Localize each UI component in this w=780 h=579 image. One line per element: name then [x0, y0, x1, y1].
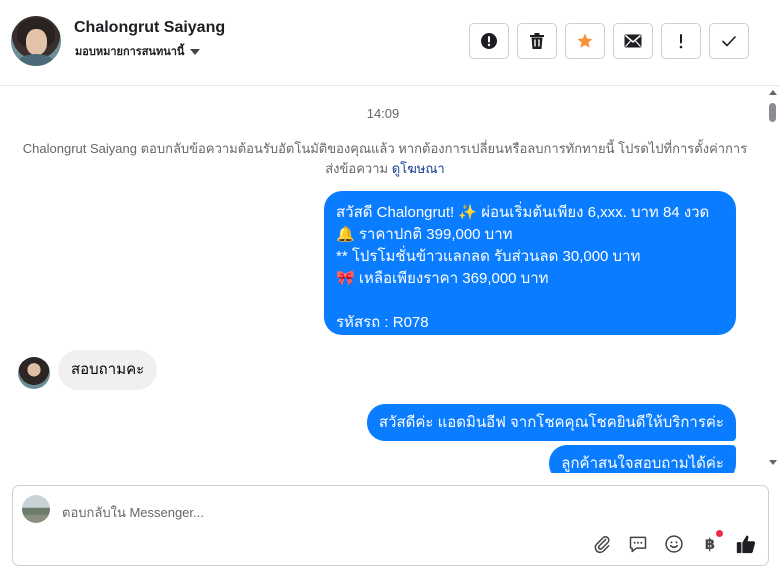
like-button[interactable] [735, 533, 757, 555]
message-timestamp: 14:09 [366, 106, 400, 121]
composer-toolbar: ฿ [591, 530, 757, 555]
reply-composer[interactable]: ตอบกลับใน Messenger... ฿ [12, 485, 769, 566]
assign-conversation-dropdown[interactable]: มอบหมายการสนทนานี้ [75, 42, 201, 60]
auto-reply-note: Chalongrut Saiyang ตอบกลับข้อความต้อนรับ… [20, 139, 750, 179]
check-icon [721, 35, 737, 47]
saved-reply-icon [629, 536, 647, 553]
payment-button[interactable]: ฿ [699, 530, 723, 555]
follow-up-button[interactable] [661, 23, 701, 59]
reply-input[interactable]: ตอบกลับใน Messenger... [62, 502, 204, 523]
message-line: ** โปรโมชั่นข้าวแลกลด รับส่วนลด 30,000 บ… [336, 248, 641, 265]
incoming-message[interactable]: สอบถามคะ [58, 350, 158, 390]
caret-down-icon [190, 49, 201, 55]
thread-scrollbar[interactable] [766, 87, 780, 473]
emoji-button[interactable] [663, 533, 685, 555]
star-icon [577, 33, 593, 48]
like-icon [736, 535, 756, 554]
message-thread: 14:09 Chalongrut Saiyang ตอบกลับข้อความต… [0, 87, 766, 473]
view-ad-link[interactable]: ดูโฆษณา [392, 161, 445, 176]
scroll-thumb[interactable] [769, 103, 776, 122]
exclamation-circle-icon [481, 33, 497, 49]
attach-button[interactable] [591, 533, 613, 555]
paperclip-icon [594, 536, 610, 554]
auto-reply-text: Chalongrut Saiyang ตอบกลับข้อความต้อนรับ… [22, 141, 748, 176]
delete-button[interactable] [517, 23, 557, 59]
baht-payment-icon: ฿ [704, 536, 716, 553]
message-line: สวัสดี Chalongrut! ✨ ผ่อนเริ่มต้นเพียง 6… [336, 204, 710, 221]
envelope-icon [624, 34, 642, 48]
mark-unread-button[interactable] [613, 23, 653, 59]
message-line: 🎀 เหลือเพียงราคา 369,000 บาท [336, 270, 549, 287]
trash-icon [530, 33, 544, 49]
emoji-icon [665, 535, 683, 553]
star-button[interactable] [565, 23, 605, 59]
exclamation-icon [679, 34, 683, 49]
outgoing-message[interactable]: สวัสดี Chalongrut! ✨ ผ่อนเริ่มต้นเพียง 6… [324, 191, 736, 335]
scroll-up-arrow-icon[interactable] [769, 90, 777, 95]
contact-name[interactable]: Chalongrut Saiyang [74, 19, 225, 37]
sender-avatar[interactable] [18, 357, 50, 389]
spam-button[interactable] [469, 23, 509, 59]
saved-replies-button[interactable] [627, 533, 649, 555]
outgoing-message[interactable]: ลูกค้าสนใจสอบถามได้ค่ะ [549, 445, 736, 473]
page-avatar [22, 495, 50, 523]
contact-avatar[interactable] [11, 16, 61, 66]
message-line: รหัสรถ : R078 [336, 314, 429, 331]
notification-dot [716, 530, 723, 537]
assign-label: มอบหมายการสนทนานี้ [75, 46, 185, 58]
outgoing-message[interactable]: สวัสดีค่ะ แอดมินอีฟ จากโชคคุณโชคยินดีให้… [366, 404, 736, 441]
message-line [336, 290, 724, 312]
message-line: 🔔 ราคาปกติ 399,000 บาท [336, 226, 513, 243]
scroll-down-arrow-icon[interactable] [769, 460, 777, 465]
conversation-header: Chalongrut Saiyang มอบหมายการสนทนานี้ [0, 0, 780, 86]
conversation-actions [469, 23, 749, 59]
mark-done-button[interactable] [709, 23, 749, 59]
